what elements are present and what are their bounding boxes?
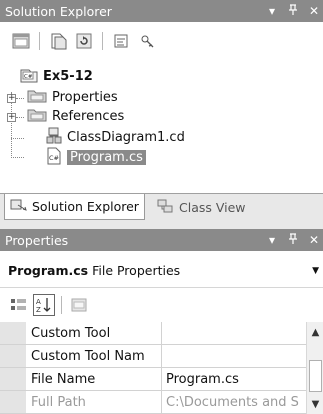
object-selector-dropdown[interactable]: Program.cs File Properties ▼ — [0, 254, 323, 288]
svg-text:C#: C# — [24, 74, 33, 80]
scroll-down-icon[interactable]: ▼ — [308, 396, 323, 412]
tree-connector-line — [16, 117, 24, 118]
project-name: Ex5-12 — [43, 69, 93, 84]
scroll-up-icon[interactable]: ▲ — [308, 324, 323, 340]
properties-title-bar: Properties ▾ ✕ — [0, 229, 323, 251]
property-name: Custom Tool — [26, 322, 162, 344]
alphabetical-icon[interactable]: AZ — [33, 294, 55, 316]
properties-toolbar: AZ — [0, 289, 323, 321]
class-diagram-icon — [46, 127, 62, 149]
svg-text:C#: C# — [49, 154, 59, 162]
row-gutter — [0, 322, 26, 344]
toolbar-separator — [61, 296, 62, 314]
tree-item-label: Properties — [52, 90, 118, 105]
solution-explorer-title: Solution Explorer — [5, 3, 112, 19]
row-gutter — [0, 391, 26, 413]
row-gutter — [0, 345, 26, 367]
scrollbar-thumb[interactable] — [309, 360, 322, 392]
categorized-icon[interactable] — [8, 294, 30, 316]
tab-label: Solution Explorer — [32, 199, 139, 214]
object-type: File Properties — [92, 263, 181, 278]
tree-connector-line — [16, 98, 24, 99]
auto-hide-pin-icon[interactable] — [286, 4, 300, 18]
window-position-dropdown-icon[interactable]: ▾ — [265, 5, 279, 17]
property-grid-scrollbar[interactable]: ▲ ▼ — [306, 322, 323, 414]
solution-explorer-title-bar: Solution Explorer ▾ ✕ — [0, 0, 323, 22]
toolbar-separator — [102, 32, 103, 50]
tree-node-properties[interactable]: Properties — [27, 88, 118, 107]
cs-file-icon: C# — [46, 147, 62, 169]
properties-icon[interactable] — [10, 30, 32, 52]
object-name: Program.cs — [8, 263, 89, 278]
cs-project-icon: C# — [20, 67, 38, 87]
property-row[interactable]: Custom Tool Nam — [0, 345, 306, 368]
property-row[interactable]: Custom Tool — [0, 322, 306, 345]
close-icon[interactable]: ✕ — [307, 5, 321, 17]
chevron-down-icon: ▼ — [312, 265, 319, 276]
show-all-files-icon[interactable] — [47, 30, 69, 52]
property-pages-icon[interactable] — [68, 294, 90, 316]
property-row[interactable]: File Name Program.cs — [0, 368, 306, 391]
svg-text:Z: Z — [36, 306, 41, 314]
tab-class-view[interactable]: Class View — [152, 194, 251, 220]
close-icon[interactable]: ✕ — [307, 234, 321, 246]
window-controls: ▾ ✕ — [265, 0, 321, 22]
solution-explorer-toolbar — [0, 24, 323, 58]
folder-icon — [27, 89, 47, 107]
property-value[interactable] — [162, 322, 306, 344]
tab-label: Class View — [179, 199, 246, 215]
window-controls: ▾ ✕ — [265, 229, 321, 251]
tree-node-references[interactable]: References — [27, 107, 124, 126]
tree-node-program-cs[interactable]: C# Program.cs — [46, 147, 146, 169]
property-name: File Name — [26, 368, 162, 390]
toolbar-separator — [39, 32, 40, 50]
solution-tree: C# Ex5-12 + Properties + References Clas… — [0, 60, 323, 190]
view-code-icon[interactable] — [110, 30, 132, 52]
tool-window-tabs: Solution Explorer Class View — [0, 193, 323, 221]
property-name: Full Path — [26, 391, 162, 413]
panel-divider — [0, 221, 323, 229]
expand-properties-button[interactable]: + — [7, 94, 16, 103]
svg-text:A: A — [36, 298, 41, 306]
tree-connector-line — [11, 138, 24, 139]
tree-node-classdiagram[interactable]: ClassDiagram1.cd — [46, 127, 185, 149]
property-name: Custom Tool Nam — [26, 345, 162, 367]
property-row[interactable]: Full Path C:\Documents and S — [0, 391, 306, 414]
class-view-icon — [157, 199, 175, 216]
row-gutter — [0, 368, 26, 390]
property-value: C:\Documents and S — [166, 394, 299, 410]
tree-node-project[interactable]: C# Ex5-12 — [20, 67, 93, 86]
expand-references-button[interactable]: + — [7, 113, 16, 122]
properties-title: Properties — [5, 232, 69, 248]
refresh-icon[interactable] — [73, 30, 95, 52]
solution-explorer-icon — [10, 198, 28, 215]
property-value[interactable]: Program.cs — [162, 368, 306, 390]
window-position-dropdown-icon[interactable]: ▾ — [265, 234, 279, 246]
tree-item-label: ClassDiagram1.cd — [67, 130, 185, 145]
view-class-diagram-icon[interactable] — [136, 30, 158, 52]
folder-icon — [27, 108, 47, 126]
tree-connector-line — [11, 157, 24, 158]
property-grid: Custom Tool Custom Tool Nam File Name Pr… — [0, 322, 323, 414]
tree-item-label: References — [52, 109, 125, 124]
tab-solution-explorer[interactable]: Solution Explorer — [4, 194, 145, 220]
property-value[interactable] — [162, 345, 306, 367]
tree-item-label-selected: Program.cs — [67, 150, 146, 165]
auto-hide-pin-icon[interactable] — [286, 233, 300, 247]
